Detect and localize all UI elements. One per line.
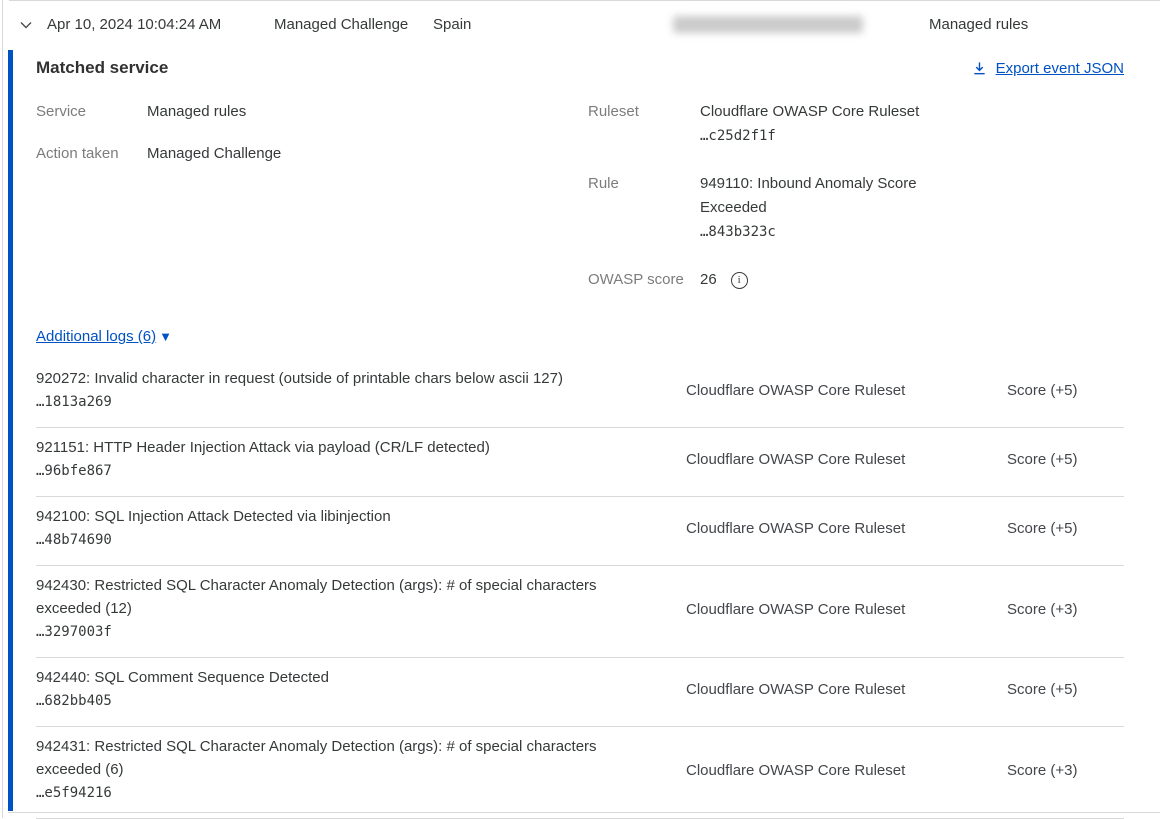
log-score: Score (+5)	[1007, 451, 1124, 468]
rule-field: Rule 949110: Inbound Anomaly Score Excee…	[588, 172, 1148, 244]
log-rule-description: 942431: Restricted SQL Character Anomaly…	[36, 735, 634, 781]
redacted-hostname	[673, 16, 863, 33]
action-taken-field: Action taken Managed Challenge	[36, 142, 588, 166]
owasp-score-label: OWASP score	[588, 268, 700, 292]
rule-label: Rule	[588, 172, 700, 244]
event-detail-panel: Matched service Export event JSON Servic…	[3, 48, 1160, 819]
log-row: 921151: HTTP Header Injection Attack via…	[36, 428, 1124, 497]
rule-name: 949110: Inbound Anomaly Score Exceeded	[700, 172, 945, 220]
log-score: Score (+5)	[1007, 520, 1124, 537]
log-row: 920272: Invalid character in request (ou…	[36, 359, 1124, 428]
service-value: Managed rules	[147, 100, 246, 124]
additional-logs-toggle[interactable]: Additional logs (6)	[36, 328, 156, 345]
service-field: Service Managed rules	[36, 100, 588, 124]
event-action: Managed Challenge	[274, 16, 433, 33]
rule-id: …843b323c	[700, 220, 945, 244]
log-rule-id: …3297003f	[36, 621, 634, 644]
log-rule-id: …e5f94216	[36, 782, 634, 805]
log-rule-id: …48b74690	[36, 529, 634, 552]
log-score: Score (+5)	[1007, 382, 1124, 399]
log-rule-description: 921151: HTTP Header Injection Attack via…	[36, 436, 634, 459]
log-row: 942431: Restricted SQL Character Anomaly…	[36, 727, 1124, 819]
firewall-event-expanded-row: Apr 10, 2024 10:04:24 AM Managed Challen…	[3, 0, 1160, 819]
event-service: Managed rules	[929, 16, 1028, 33]
service-label: Service	[36, 100, 147, 124]
log-ruleset-name: Cloudflare OWASP Core Ruleset	[686, 681, 1007, 698]
additional-logs-table: 920272: Invalid character in request (ou…	[36, 359, 1124, 819]
log-ruleset-name: Cloudflare OWASP Core Ruleset	[686, 520, 1007, 537]
log-score: Score (+3)	[1007, 762, 1124, 779]
event-timestamp: Apr 10, 2024 10:04:24 AM	[47, 16, 274, 33]
next-row-top-border	[8, 812, 1160, 813]
log-ruleset-name: Cloudflare OWASP Core Ruleset	[686, 382, 1007, 399]
ruleset-field: Ruleset Cloudflare OWASP Core Ruleset …c…	[588, 100, 1148, 148]
event-row-header[interactable]: Apr 10, 2024 10:04:24 AM Managed Challen…	[9, 0, 1160, 48]
ruleset-name: Cloudflare OWASP Core Ruleset	[700, 100, 945, 124]
export-event-json-label: Export event JSON	[996, 60, 1124, 77]
log-ruleset-name: Cloudflare OWASP Core Ruleset	[686, 601, 1007, 618]
action-taken-value: Managed Challenge	[147, 142, 281, 166]
info-icon[interactable]: i	[731, 272, 748, 289]
log-rule-id: …1813a269	[36, 391, 634, 414]
download-icon	[972, 61, 987, 76]
log-rule-description: 942440: SQL Comment Sequence Detected	[36, 666, 634, 689]
expanded-row-accent-bar	[8, 50, 13, 811]
log-row: 942430: Restricted SQL Character Anomaly…	[36, 566, 1124, 658]
log-rule-description: 942430: Restricted SQL Character Anomaly…	[36, 574, 634, 620]
log-row: 942440: SQL Comment Sequence Detected …6…	[36, 658, 1124, 727]
log-rule-id: …682bb405	[36, 690, 634, 713]
log-row: 942100: SQL Injection Attack Detected vi…	[36, 497, 1124, 566]
log-ruleset-name: Cloudflare OWASP Core Ruleset	[686, 762, 1007, 779]
event-country: Spain	[433, 16, 673, 33]
collapse-chevron-icon[interactable]	[19, 18, 47, 32]
log-score: Score (+5)	[1007, 681, 1124, 698]
owasp-score-field: OWASP score 26 i	[588, 268, 1148, 292]
matched-service-title: Matched service	[36, 58, 168, 78]
log-rule-description: 942100: SQL Injection Attack Detected vi…	[36, 505, 634, 528]
caret-down-icon[interactable]: ▼	[159, 329, 172, 344]
ruleset-label: Ruleset	[588, 100, 700, 148]
log-ruleset-name: Cloudflare OWASP Core Ruleset	[686, 451, 1007, 468]
action-taken-label: Action taken	[36, 142, 147, 166]
export-event-json-button[interactable]: Export event JSON	[972, 60, 1124, 77]
log-rule-id: …96bfe867	[36, 460, 634, 483]
log-rule-description: 920272: Invalid character in request (ou…	[36, 367, 634, 390]
log-score: Score (+3)	[1007, 601, 1124, 618]
owasp-score-value: 26	[700, 268, 717, 292]
ruleset-id: …c25d2f1f	[700, 124, 945, 148]
